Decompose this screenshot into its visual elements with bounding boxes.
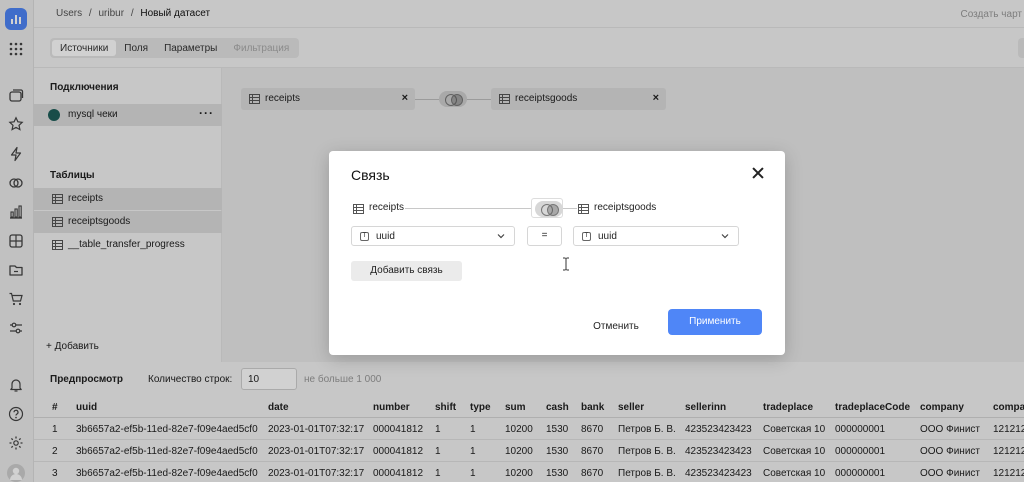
left-field-select[interactable]: T uuid bbox=[351, 226, 515, 246]
chevron-down-icon bbox=[721, 234, 729, 239]
link-line bbox=[405, 208, 531, 209]
join-type-icon bbox=[535, 201, 563, 217]
cancel-button[interactable]: Отменить bbox=[581, 317, 651, 337]
field-type-icon: T bbox=[582, 232, 591, 241]
table-icon bbox=[578, 204, 589, 214]
left-field-value: uuid bbox=[376, 231, 395, 242]
right-field-value: uuid bbox=[598, 231, 617, 242]
chevron-down-icon bbox=[497, 234, 505, 239]
add-link-button[interactable]: Добавить связь bbox=[351, 261, 462, 281]
table-icon bbox=[353, 204, 364, 214]
text-cursor-icon bbox=[563, 257, 569, 271]
join-type-button[interactable] bbox=[531, 198, 563, 218]
link-line bbox=[563, 208, 577, 209]
close-icon[interactable] bbox=[751, 166, 765, 180]
left-table-label: receipts bbox=[369, 202, 405, 213]
right-field-select[interactable]: T uuid bbox=[573, 226, 739, 246]
right-table-label: receiptsgoods bbox=[594, 202, 657, 213]
dialog-title: Связь bbox=[351, 167, 390, 183]
relation-dialog: Связь receipts receiptsgoods T uuid = T … bbox=[329, 151, 785, 355]
field-type-icon: T bbox=[360, 232, 369, 241]
operator-select[interactable]: = bbox=[527, 226, 562, 246]
apply-button[interactable]: Применить bbox=[668, 309, 762, 335]
